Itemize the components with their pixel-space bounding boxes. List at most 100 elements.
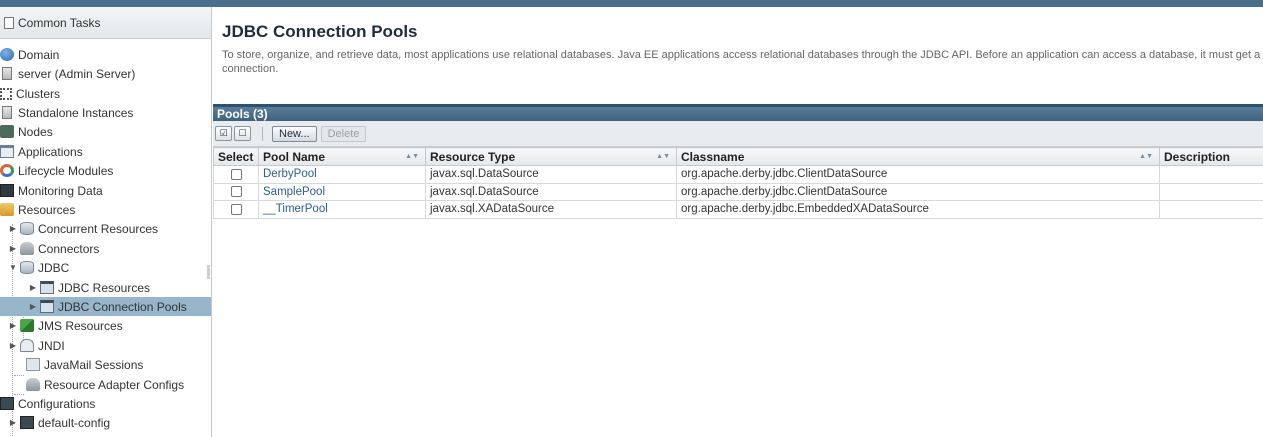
tree-item-applications[interactable]: Applications	[0, 142, 211, 161]
tree-item-label: default-config	[38, 415, 111, 430]
tree-item-label: JMS Resources	[38, 318, 123, 333]
deselect-all-icon[interactable]: ☐	[234, 126, 251, 141]
tree-item-javamail-sessions[interactable]: JavaMail Sessions	[0, 355, 211, 374]
tree-item-label: Lifecycle Modules	[18, 163, 114, 178]
expand-arrow-icon[interactable]: ▶	[8, 418, 18, 427]
expand-arrow-icon[interactable]: ▶	[8, 321, 18, 330]
tree-item-connectors[interactable]: ▶ Connectors	[0, 239, 211, 258]
tree-item-resource-adapter-configs[interactable]: Resource Adapter Configs	[0, 375, 211, 394]
tree-item-jdbc-connection-pools[interactable]: ▶ JDBC Connection Pools	[0, 297, 211, 317]
monitor-icon	[0, 184, 14, 198]
tree-item-jdbc[interactable]: ▼ JDBC	[0, 258, 211, 277]
classname-cell: org.apache.derby.jdbc.EmbeddedXADataSour…	[676, 200, 1160, 219]
column-label: Select	[218, 149, 254, 164]
table-header-row: Select Pool Name ▲▼ Resource Type ▲▼ Class…	[213, 147, 1263, 166]
expand-arrow-icon[interactable]: ▶	[8, 244, 18, 253]
tree-item-label: Monitoring Data	[18, 183, 103, 198]
tree-item-jndi[interactable]: ▶ JNDI	[0, 336, 211, 355]
tree-item-label: Resource Adapter Configs	[44, 377, 185, 392]
column-header-pool-name[interactable]: Pool Name ▲▼	[258, 147, 426, 166]
new-button[interactable]: New...	[272, 125, 317, 142]
pool-name-cell: SamplePool	[258, 182, 426, 201]
resources-icon	[0, 203, 14, 217]
common-tasks-header[interactable]: Common Tasks	[0, 7, 211, 39]
description-cell	[1159, 200, 1263, 219]
select-all-icon[interactable]: ☑	[215, 126, 232, 141]
config-icon	[20, 416, 34, 430]
row-checkbox[interactable]	[230, 203, 242, 215]
column-header-resource-type[interactable]: Resource Type ▲▼	[425, 147, 677, 166]
page-icon	[4, 16, 14, 29]
expand-arrow-icon[interactable]: ▶	[8, 341, 18, 350]
delete-button[interactable]: Delete	[320, 125, 367, 142]
tree-item-jms-resources[interactable]: ▶ JMS Resources	[0, 316, 211, 335]
row-select-cell	[213, 182, 259, 201]
tree-item-default-config[interactable]: ▶ default-config	[0, 413, 211, 432]
tree-item-standalone-instances[interactable]: Standalone Instances	[0, 103, 211, 122]
sort-icon[interactable]: ▲▼	[656, 153, 670, 160]
tree-item-label: Applications	[18, 144, 83, 159]
tree-item-label: JDBC Resources	[58, 280, 151, 295]
nodes-icon	[0, 125, 14, 139]
tree-item-concurrent-resources[interactable]: ▶ Concurrent Resources	[0, 219, 211, 238]
classname-cell: org.apache.derby.jdbc.ClientDataSource	[676, 182, 1160, 201]
tree-item-label: JDBC	[38, 260, 70, 275]
connector-icon	[20, 242, 34, 256]
resource-type-cell: javax.sql.DataSource	[425, 165, 677, 184]
tree-item-admin-server[interactable]: server (Admin Server)	[0, 64, 211, 83]
navigation-tree-panel: Common Tasks Domain server (Admin Server…	[0, 7, 212, 437]
row-select-cell	[213, 165, 259, 184]
expand-arrow-icon[interactable]: ▶	[8, 224, 18, 233]
tree-item-clusters[interactable]: Clusters	[0, 84, 211, 103]
tree-item-lifecycle-modules[interactable]: Lifecycle Modules	[0, 161, 211, 180]
row-select-cell	[213, 200, 259, 219]
column-header-classname[interactable]: Classname ▲▼	[676, 147, 1160, 166]
common-tasks-label: Common Tasks	[18, 15, 101, 30]
column-header-description[interactable]: Description	[1159, 147, 1263, 166]
tree-item-nodes[interactable]: Nodes	[0, 122, 211, 141]
column-label: Description	[1164, 149, 1231, 164]
tree-item-jdbc-resources[interactable]: ▶ JDBC Resources	[0, 278, 211, 297]
tree-item-configurations[interactable]: Configurations	[0, 394, 211, 413]
table-title-bar: Pools (3)	[213, 104, 1263, 121]
pools-table: Select Pool Name ▲▼ Resource Type ▲▼ Class…	[213, 147, 1263, 219]
row-checkbox[interactable]	[230, 186, 242, 198]
pool-name-cell: DerbyPool	[258, 165, 426, 184]
splitter-handle[interactable]	[207, 265, 210, 279]
page-title: JDBC Connection Pools	[222, 22, 418, 41]
pool-name-link[interactable]: __TimerPool	[263, 203, 328, 215]
sort-icon[interactable]: ▲▼	[405, 153, 419, 160]
tree-item-monitoring-data[interactable]: Monitoring Data	[0, 181, 211, 200]
description-cell	[1159, 165, 1263, 184]
pool-name-link[interactable]: DerbyPool	[263, 168, 317, 180]
tree-item-label: Connectors	[38, 241, 100, 256]
tree-item-label: Clusters	[16, 86, 61, 101]
pool-name-link[interactable]: SamplePool	[263, 186, 325, 198]
tree-item-label: JDBC Connection Pools	[58, 299, 187, 314]
toolbar-separator	[262, 126, 263, 141]
table-row: DerbyPool javax.sql.DataSource org.apach…	[213, 165, 1263, 184]
tree-item-label: Standalone Instances	[18, 105, 134, 120]
description-cell	[1159, 182, 1263, 201]
expand-arrow-icon[interactable]: ▶	[28, 283, 38, 292]
table-row: __TimerPool javax.sql.XADataSource org.a…	[213, 200, 1263, 219]
expand-arrow-icon[interactable]: ▶	[28, 302, 38, 311]
content-panel: JDBC Connection Pools To store, organize…	[213, 7, 1263, 437]
table-title: Pools (3)	[217, 107, 268, 121]
lifecycle-icon	[0, 164, 14, 178]
sort-icon[interactable]: ▲▼	[1139, 153, 1153, 160]
classname-cell: org.apache.derby.jdbc.ClientDataSource	[676, 165, 1160, 184]
folder-icon	[40, 281, 54, 295]
server-icon	[2, 67, 12, 81]
tree-item-domain[interactable]: Domain	[0, 45, 211, 64]
column-label: Pool Name	[263, 149, 326, 164]
row-checkbox[interactable]	[230, 168, 242, 180]
tree-item-label: server (Admin Server)	[18, 66, 136, 81]
tree-item-label: Concurrent Resources	[38, 221, 159, 236]
column-label: Classname	[681, 149, 745, 164]
resource-type-cell: javax.sql.DataSource	[425, 182, 677, 201]
clusters-icon	[0, 87, 12, 100]
collapse-arrow-icon[interactable]: ▼	[8, 263, 18, 272]
tree-item-label: JNDI	[38, 338, 65, 353]
tree-item-resources[interactable]: Resources	[0, 200, 211, 219]
